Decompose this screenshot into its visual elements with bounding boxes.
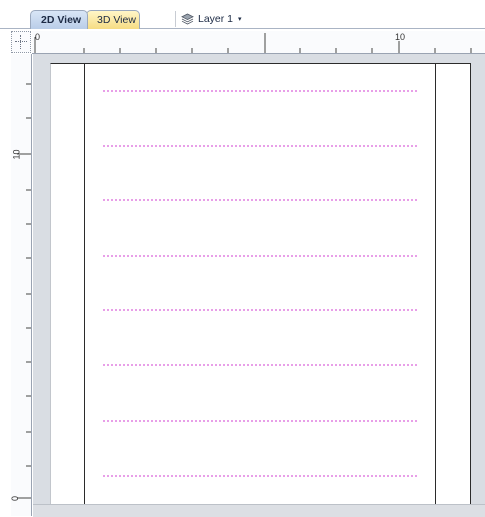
canvas-bottom-scroll-area[interactable] — [33, 504, 485, 517]
guide-lines-svg — [103, 90, 418, 477]
tab-2d-view[interactable]: 2D View — [30, 10, 88, 29]
